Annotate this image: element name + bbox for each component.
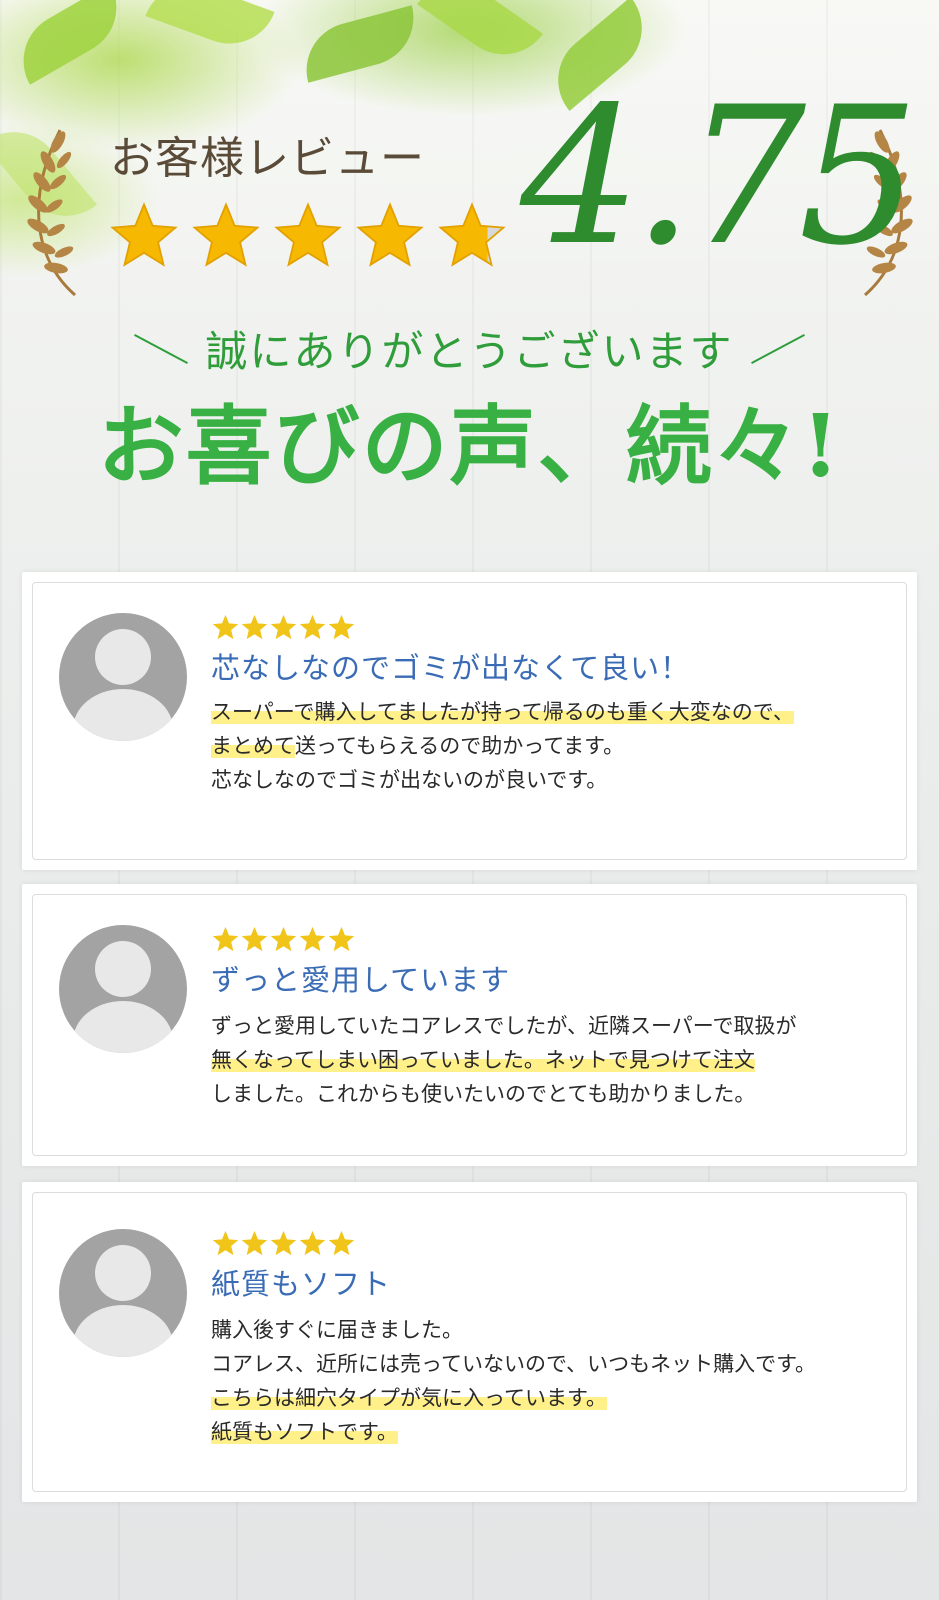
review-title: 紙質もソフト (211, 1267, 392, 1301)
star-icon (212, 614, 239, 640)
review-text-line: ずっと愛用していたコアレスでしたが、近隣スーパーで取扱が (211, 1014, 797, 1038)
review-label: お客様レビュー (110, 133, 425, 184)
avatar-icon (59, 925, 187, 1053)
avatar-icon (59, 1229, 187, 1357)
review-stars (211, 925, 356, 954)
star-icon (270, 1230, 297, 1256)
review-text-line: 購入後すぐに届きました。 (211, 1318, 463, 1342)
review-card: 芯なしなのでゴミが出なくて良い！ スーパーで購入してましたが持って帰るのも重く大… (22, 572, 917, 870)
star-icon (299, 614, 326, 640)
review-body: 購入後すぐに届きました。コアレス、近所には売っていないので、いつもネット購入です… (211, 1313, 816, 1449)
review-card-inner: 芯なしなのでゴミが出なくて良い！ スーパーで購入してましたが持って帰るのも重く大… (32, 582, 907, 860)
review-text-line: 紙質もソフトです。 (211, 1420, 398, 1444)
star-icon (356, 202, 424, 267)
review-text-line: スーパーで購入してましたが持って帰るのも重く大変なので、 (211, 700, 794, 724)
slash-left-decoration (134, 333, 189, 364)
headline: お喜びの声、続々! (97, 396, 842, 497)
rating-stars (108, 200, 508, 272)
review-body: ずっと愛用していたコアレスでしたが、近隣スーパーで取扱が 無くなってしまい困ってい… (211, 1009, 796, 1111)
rating-score: 4.75 (520, 66, 919, 287)
review-text-line: こちらは細穴タイプが気に入っています。 (211, 1386, 607, 1410)
slash-right-decoration (750, 333, 805, 364)
star-icon (328, 614, 355, 640)
star-icon (241, 1230, 268, 1256)
star-icon (270, 614, 297, 640)
avatar-icon (59, 613, 187, 741)
review-text-line: しました。これからも使いたいのでとても助かりました。 (211, 1082, 756, 1106)
star-icon (241, 926, 268, 952)
star-icon (270, 926, 297, 952)
star-icon (212, 1230, 239, 1256)
star-icon (110, 202, 178, 267)
review-card-inner: ずっと愛用しています ずっと愛用していたコアレスでしたが、近隣スーパーで取扱が無… (32, 894, 907, 1156)
star-icon (212, 926, 239, 952)
review-title: 芯なしなのでゴミが出なくて良い！ (211, 651, 691, 685)
star-icon (299, 1230, 326, 1256)
review-text-line: 芯なしなのでゴミが出ないのが良いです。 (211, 768, 608, 792)
review-body: スーパーで購入してましたが持って帰るのも重く大変なので、 まとめて送ってもらえるの… (211, 695, 794, 797)
laurel-left-icon (27, 129, 76, 297)
review-stars (211, 1229, 356, 1258)
review-text-line: まとめて送ってもらえるので助かってます。 (211, 734, 625, 758)
review-text-line: コアレス、近所には売っていないので、いつもネット購入です。 (211, 1352, 817, 1376)
star-icon (241, 614, 268, 640)
review-text-line: 無くなってしまい困っていました。ネットで見つけて注文 (211, 1048, 755, 1072)
review-title: ずっと愛用しています (211, 963, 511, 997)
star-icon (328, 1230, 355, 1256)
review-stars (211, 613, 356, 642)
thanks-banner: 誠にありがとうございます (0, 318, 939, 379)
review-card: 紙質もソフト 購入後すぐに届きました。コアレス、近所には売っていないので、いつも… (22, 1182, 917, 1502)
star-icon (192, 202, 260, 267)
star-icon (438, 202, 506, 267)
thanks-text: 誠にありがとうございます (205, 327, 734, 376)
review-card: ずっと愛用しています ずっと愛用していたコアレスでしたが、近隣スーパーで取扱が無… (22, 884, 917, 1166)
star-icon (328, 926, 355, 952)
star-icon (299, 926, 326, 952)
review-card-inner: 紙質もソフト 購入後すぐに届きました。コアレス、近所には売っていないので、いつも… (32, 1192, 907, 1492)
star-icon (274, 202, 342, 267)
